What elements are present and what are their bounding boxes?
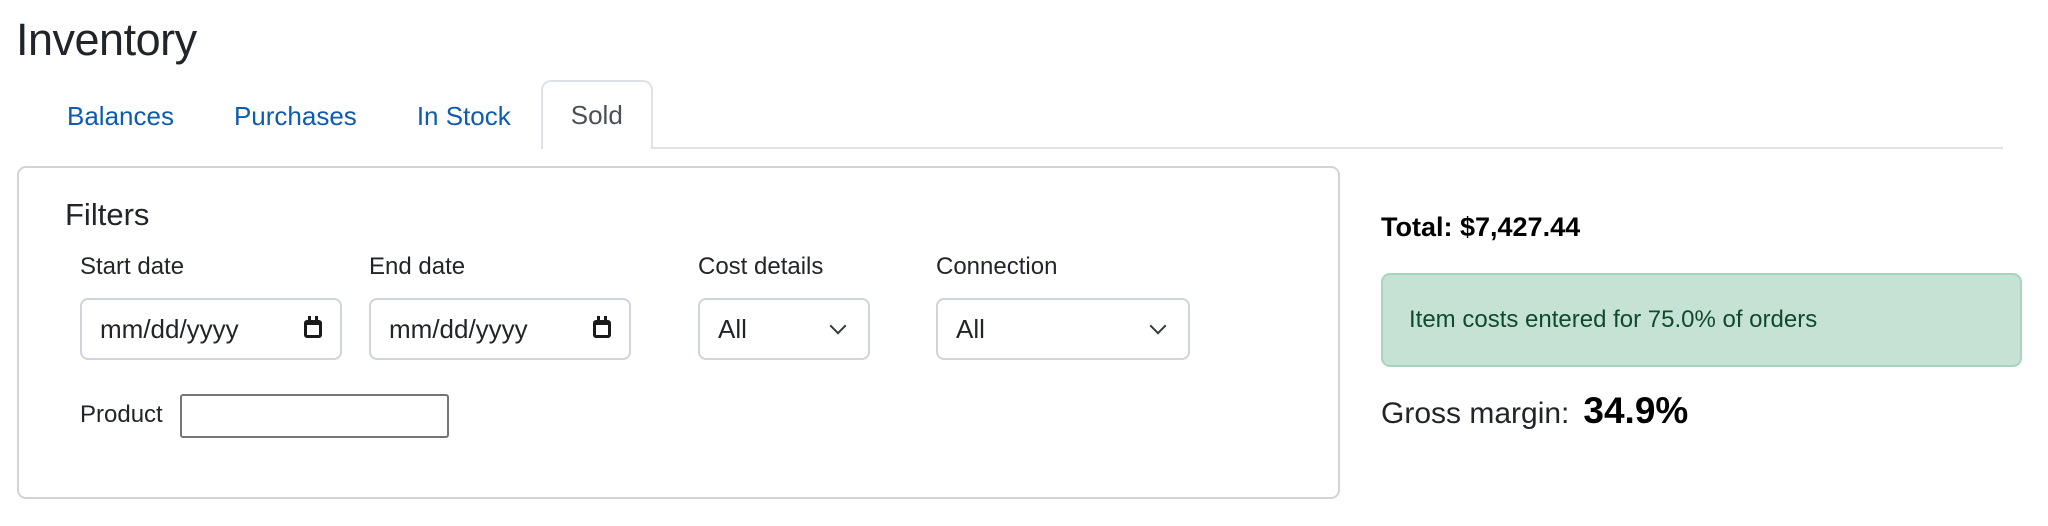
filters-title: Filters bbox=[65, 197, 150, 232]
cost-coverage-text: Item costs entered for 75.0% of orders bbox=[1409, 306, 1818, 333]
tab-sold[interactable]: Sold bbox=[540, 80, 653, 149]
tab-in-stock[interactable]: In Stock bbox=[386, 82, 541, 149]
page-title: Inventory bbox=[16, 14, 197, 65]
cost-details-label: Cost details bbox=[698, 253, 824, 280]
start-date-input[interactable]: mm/dd/yyyy bbox=[80, 298, 342, 360]
total-amount: Total: $7,427.44 bbox=[1381, 212, 1581, 242]
start-date-placeholder: mm/dd/yyyy bbox=[100, 313, 239, 344]
gross-margin-value: 34.9% bbox=[1583, 390, 1689, 431]
connection-value: All bbox=[956, 313, 985, 344]
chevron-down-icon bbox=[829, 317, 847, 335]
end-date-placeholder: mm/dd/yyyy bbox=[389, 313, 528, 344]
end-date-input[interactable]: mm/dd/yyyy bbox=[369, 298, 631, 360]
product-input[interactable] bbox=[180, 394, 449, 438]
tab-purchases[interactable]: Purchases bbox=[203, 82, 387, 149]
filters-card: Filters Start date mm/dd/yyyy End date m… bbox=[17, 166, 1340, 499]
end-date-label: End date bbox=[369, 253, 466, 280]
tab-bar: Balances Purchases In Stock Sold bbox=[37, 80, 2003, 149]
cost-details-select[interactable]: All bbox=[698, 298, 870, 360]
connection-label: Connection bbox=[936, 253, 1058, 280]
tab-balances[interactable]: Balances bbox=[37, 82, 204, 149]
start-date-label: Start date bbox=[80, 253, 185, 280]
calendar-icon[interactable] bbox=[304, 316, 322, 338]
cost-details-value: All bbox=[718, 313, 747, 344]
gross-margin-label: Gross margin: bbox=[1381, 397, 1570, 430]
connection-select[interactable]: All bbox=[936, 298, 1190, 360]
gross-margin: Gross margin: 34.9% bbox=[1381, 390, 1688, 432]
chevron-down-icon bbox=[1149, 317, 1167, 335]
cost-coverage-alert: Item costs entered for 75.0% of orders bbox=[1381, 273, 2022, 367]
product-label: Product bbox=[80, 401, 163, 428]
calendar-icon[interactable] bbox=[593, 316, 611, 338]
